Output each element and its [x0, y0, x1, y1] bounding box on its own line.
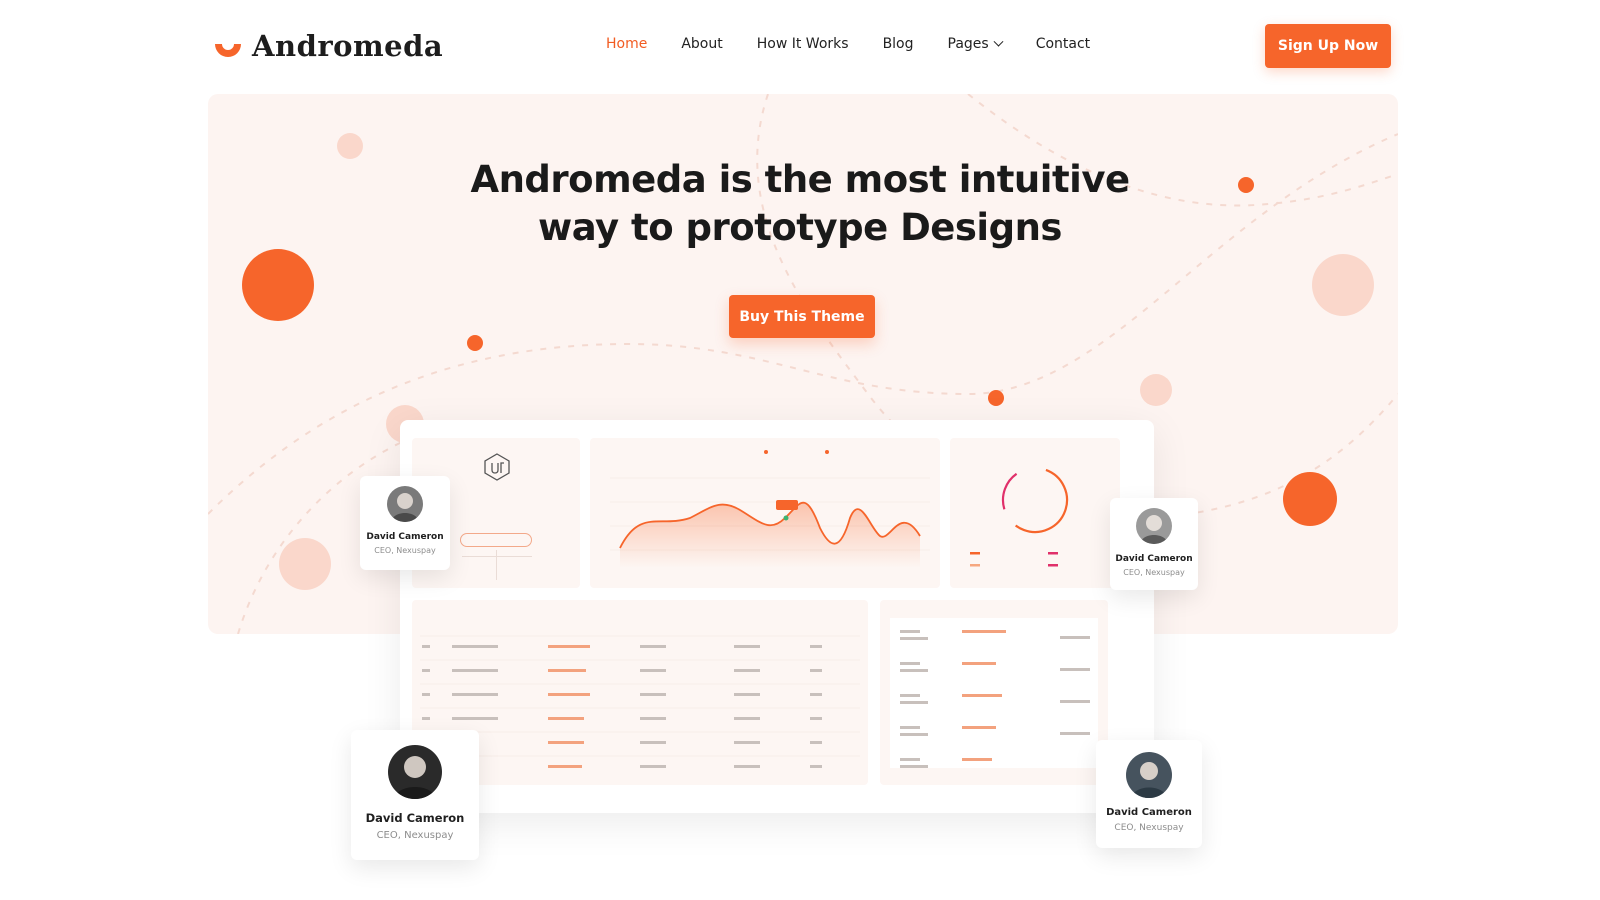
decorative-dot — [279, 538, 331, 590]
avatar — [388, 745, 442, 799]
profile-name: David Cameron — [1115, 554, 1193, 564]
mock-logo-icon — [484, 453, 510, 481]
dashboard-preview-image — [400, 420, 1154, 813]
person-icon — [1140, 515, 1168, 544]
hero-title: Andromeda is the most intuitive way to p… — [400, 156, 1200, 252]
nav-item-label: How It Works — [756, 36, 849, 52]
profile-name: David Cameron — [366, 532, 444, 542]
decorative-dot — [242, 249, 314, 321]
nav-item-label: Blog — [882, 36, 914, 52]
avatar — [1136, 508, 1172, 544]
nav-item-pages[interactable]: Pages — [947, 36, 1004, 52]
mock-visits-panel — [880, 600, 1108, 785]
hero-title-line: Andromeda is the most intuitive — [470, 158, 1130, 201]
profile-card: David Cameron CEO, Nexuspay — [1096, 740, 1202, 848]
mock-divider — [496, 550, 497, 580]
person-icon — [394, 756, 436, 799]
avatar — [387, 486, 423, 522]
nav-item-contact[interactable]: Contact — [1036, 36, 1090, 52]
mock-line-chart-panel — [590, 438, 940, 588]
mock-divider — [462, 556, 532, 557]
profile-name: David Cameron — [1106, 807, 1192, 818]
nav-item-label: Home — [606, 36, 648, 52]
chevron-down-icon — [993, 36, 1004, 47]
sign-up-button[interactable]: Sign Up Now — [1265, 24, 1391, 68]
nav-item-label: Pages — [947, 36, 989, 52]
avatar — [1126, 752, 1172, 798]
mock-donut-chart — [970, 466, 1069, 567]
nav-item-about[interactable]: About — [681, 36, 722, 52]
decorative-dot — [988, 390, 1004, 406]
nav-item-home[interactable]: Home — [606, 36, 647, 52]
decorative-dot — [1140, 374, 1172, 406]
nav-menu: Home About How It Works Blog Pages Conta… — [606, 36, 1124, 52]
profile-role: CEO, Nexuspay — [1114, 823, 1184, 833]
mock-table-rows — [420, 635, 860, 768]
profile-card: David Cameron CEO, Nexuspay — [351, 730, 479, 860]
hero-title-line: way to prototype Designs — [538, 206, 1062, 249]
profile-card: David Cameron CEO, Nexuspay — [1110, 498, 1198, 590]
decorative-dot — [1312, 254, 1374, 316]
profile-role: CEO, Nexuspay — [374, 546, 436, 555]
mock-button-shape — [460, 533, 532, 547]
person-icon — [391, 493, 419, 522]
decorative-dot — [467, 335, 483, 351]
mock-table-panel — [412, 600, 868, 785]
top-navigation: Andromeda Home About How It Works Blog P… — [0, 0, 1600, 92]
mock-donut-panel — [950, 438, 1120, 588]
nav-item-how-it-works[interactable]: How It Works — [757, 36, 849, 52]
nav-item-blog[interactable]: Blog — [883, 36, 914, 52]
buy-theme-button[interactable]: Buy This Theme — [729, 295, 875, 338]
profile-name: David Cameron — [365, 811, 465, 825]
profile-role: CEO, Nexuspay — [376, 830, 454, 841]
decorative-dot — [1283, 472, 1337, 526]
decorative-dot — [1238, 177, 1254, 193]
logo-mark-icon — [212, 30, 244, 62]
profile-card: David Cameron CEO, Nexuspay — [360, 476, 450, 570]
profile-role: CEO, Nexuspay — [1123, 568, 1185, 577]
nav-item-label: About — [681, 36, 723, 52]
mock-visit-rows — [890, 618, 1098, 768]
nav-item-label: Contact — [1035, 36, 1091, 52]
person-icon — [1131, 762, 1167, 798]
brand-logo[interactable]: Andromeda — [212, 28, 443, 64]
brand-name: Andromeda — [252, 29, 444, 63]
mock-line-chart — [610, 450, 930, 568]
decorative-dot — [337, 133, 363, 159]
